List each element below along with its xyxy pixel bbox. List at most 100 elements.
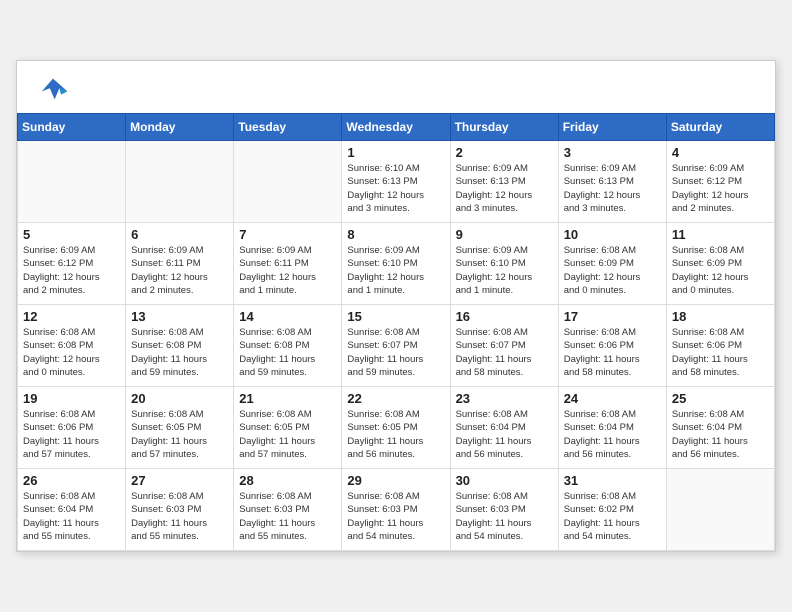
day-info: Sunrise: 6:08 AM Sunset: 6:07 PM Dayligh… [456,326,553,379]
calendar-cell: 20Sunrise: 6:08 AM Sunset: 6:05 PM Dayli… [126,387,234,469]
calendar-cell: 30 Sunrise: 6:08 AM Sunset: 6:03 PM Dayli… [450,469,558,551]
day-number: 14 [239,309,336,324]
calendar-cell [234,141,342,223]
day-number: 15 [347,309,444,324]
day-info: Sunrise: 6:10 AM Sunset: 6:13 PM Dayligh… [347,162,444,215]
day-info: Sunrise: 6:09 AM Sunset: 6:13 PM Dayligh… [456,162,553,215]
weekday-header-friday: Friday [558,114,666,141]
calendar-container: SundayMondayTuesdayWednesdayThursdayFrid… [16,60,776,552]
calendar-cell: 6Sunrise: 6:09 AM Sunset: 6:11 PM Daylig… [126,223,234,305]
calendar-cell: 31 Sunrise: 6:08 AM Sunset: 6:02 PM Dayli… [558,469,666,551]
day-info: Sunrise: 6:09 AM Sunset: 6:10 PM Dayligh… [456,244,553,297]
calendar-cell: 29 Sunrise: 6:08 AM Sunset: 6:03 PM Dayli… [342,469,450,551]
day-number: 25 [672,391,769,406]
day-info: Sunrise: 6:08 AM Sunset: 6:05 PM Dayligh… [347,408,444,461]
calendar-cell: 17Sunrise: 6:08 AM Sunset: 6:06 PM Dayli… [558,305,666,387]
calendar-cell [18,141,126,223]
day-info: Sunrise: 6:08 AM Sunset: 6:04 PM Dayligh… [564,408,661,461]
day-info: Sunrise: 6:08 AM Sunset: 6:04 PM Dayligh… [456,408,553,461]
calendar-cell: 19 Sunrise: 6:08 AM Sunset: 6:06 PM Dayli… [18,387,126,469]
calendar-cell: 16Sunrise: 6:08 AM Sunset: 6:07 PM Dayli… [450,305,558,387]
week-row-3: 12 Sunrise: 6:08 AM Sunset: 6:08 PM Dayli… [18,305,775,387]
day-number: 11 [672,227,769,242]
day-info: Sunrise: 6:08 AM Sunset: 6:05 PM Dayligh… [131,408,228,461]
week-row-1: 1 Sunrise: 6:10 AM Sunset: 6:13 PM Daylig… [18,141,775,223]
calendar-cell: 18 Sunrise: 6:08 AM Sunset: 6:06 PM Dayli… [666,305,774,387]
weekday-header-thursday: Thursday [450,114,558,141]
day-info: Sunrise: 6:08 AM Sunset: 6:05 PM Dayligh… [239,408,336,461]
weekday-header-monday: Monday [126,114,234,141]
week-row-5: 26Sunrise: 6:08 AM Sunset: 6:04 PM Dayli… [18,469,775,551]
day-number: 27 [131,473,228,488]
calendar-cell [666,469,774,551]
day-number: 19 [23,391,120,406]
day-info: Sunrise: 6:08 AM Sunset: 6:04 PM Dayligh… [23,490,120,543]
day-number: 30 [456,473,553,488]
day-info: Sunrise: 6:08 AM Sunset: 6:03 PM Dayligh… [131,490,228,543]
day-info: Sunrise: 6:08 AM Sunset: 6:03 PM Dayligh… [239,490,336,543]
day-number: 8 [347,227,444,242]
day-number: 28 [239,473,336,488]
calendar-cell: 9 Sunrise: 6:09 AM Sunset: 6:10 PM Daylig… [450,223,558,305]
day-number: 18 [672,309,769,324]
day-number: 2 [456,145,553,160]
day-info: Sunrise: 6:08 AM Sunset: 6:09 PM Dayligh… [672,244,769,297]
calendar-cell: 13 Sunrise: 6:08 AM Sunset: 6:08 PM Dayli… [126,305,234,387]
day-number: 21 [239,391,336,406]
calendar-cell: 28 Sunrise: 6:08 AM Sunset: 6:03 PM Dayli… [234,469,342,551]
day-info: Sunrise: 6:08 AM Sunset: 6:06 PM Dayligh… [23,408,120,461]
calendar-cell: 14Sunrise: 6:08 AM Sunset: 6:08 PM Dayli… [234,305,342,387]
calendar-cell: 7 Sunrise: 6:09 AM Sunset: 6:11 PM Daylig… [234,223,342,305]
calendar-cell [126,141,234,223]
day-number: 31 [564,473,661,488]
day-info: Sunrise: 6:08 AM Sunset: 6:03 PM Dayligh… [456,490,553,543]
calendar-cell: 15 Sunrise: 6:08 AM Sunset: 6:07 PM Dayli… [342,305,450,387]
weekday-header-row: SundayMondayTuesdayWednesdayThursdayFrid… [18,114,775,141]
weekday-header-tuesday: Tuesday [234,114,342,141]
day-info: Sunrise: 6:09 AM Sunset: 6:12 PM Dayligh… [23,244,120,297]
calendar-cell: 22 Sunrise: 6:08 AM Sunset: 6:05 PM Dayli… [342,387,450,469]
day-number: 7 [239,227,336,242]
calendar-header [17,61,775,113]
calendar-cell: 5 Sunrise: 6:09 AM Sunset: 6:12 PM Daylig… [18,223,126,305]
calendar-cell: 12Sunrise: 6:08 AM Sunset: 6:08 PM Dayli… [18,305,126,387]
calendar-cell: 26Sunrise: 6:08 AM Sunset: 6:04 PM Dayli… [18,469,126,551]
calendar-cell: 3Sunrise: 6:09 AM Sunset: 6:13 PM Daylig… [558,141,666,223]
calendar-cell: 1 Sunrise: 6:10 AM Sunset: 6:13 PM Daylig… [342,141,450,223]
day-number: 10 [564,227,661,242]
day-number: 1 [347,145,444,160]
day-info: Sunrise: 6:09 AM Sunset: 6:10 PM Dayligh… [347,244,444,297]
day-number: 22 [347,391,444,406]
day-info: Sunrise: 6:08 AM Sunset: 6:02 PM Dayligh… [564,490,661,543]
weekday-header-sunday: Sunday [18,114,126,141]
day-number: 9 [456,227,553,242]
week-row-4: 19 Sunrise: 6:08 AM Sunset: 6:06 PM Dayli… [18,387,775,469]
day-info: Sunrise: 6:09 AM Sunset: 6:11 PM Dayligh… [131,244,228,297]
logo-icon [37,77,69,105]
calendar-cell: 24Sunrise: 6:08 AM Sunset: 6:04 PM Dayli… [558,387,666,469]
day-number: 17 [564,309,661,324]
calendar-cell: 25 Sunrise: 6:08 AM Sunset: 6:04 PM Dayli… [666,387,774,469]
day-number: 12 [23,309,120,324]
weekday-header-wednesday: Wednesday [342,114,450,141]
day-info: Sunrise: 6:08 AM Sunset: 6:04 PM Dayligh… [672,408,769,461]
day-info: Sunrise: 6:09 AM Sunset: 6:12 PM Dayligh… [672,162,769,215]
week-row-2: 5 Sunrise: 6:09 AM Sunset: 6:12 PM Daylig… [18,223,775,305]
calendar-grid: SundayMondayTuesdayWednesdayThursdayFrid… [17,113,775,551]
day-info: Sunrise: 6:09 AM Sunset: 6:11 PM Dayligh… [239,244,336,297]
day-number: 5 [23,227,120,242]
day-info: Sunrise: 6:09 AM Sunset: 6:13 PM Dayligh… [564,162,661,215]
logo [37,77,73,105]
day-info: Sunrise: 6:08 AM Sunset: 6:07 PM Dayligh… [347,326,444,379]
day-number: 29 [347,473,444,488]
day-info: Sunrise: 6:08 AM Sunset: 6:03 PM Dayligh… [347,490,444,543]
calendar-cell: 21 Sunrise: 6:08 AM Sunset: 6:05 PM Dayli… [234,387,342,469]
day-number: 4 [672,145,769,160]
calendar-cell: 2 Sunrise: 6:09 AM Sunset: 6:13 PM Daylig… [450,141,558,223]
day-number: 23 [456,391,553,406]
calendar-cell: 8 Sunrise: 6:09 AM Sunset: 6:10 PM Daylig… [342,223,450,305]
day-number: 13 [131,309,228,324]
day-info: Sunrise: 6:08 AM Sunset: 6:06 PM Dayligh… [672,326,769,379]
day-info: Sunrise: 6:08 AM Sunset: 6:08 PM Dayligh… [131,326,228,379]
day-info: Sunrise: 6:08 AM Sunset: 6:09 PM Dayligh… [564,244,661,297]
